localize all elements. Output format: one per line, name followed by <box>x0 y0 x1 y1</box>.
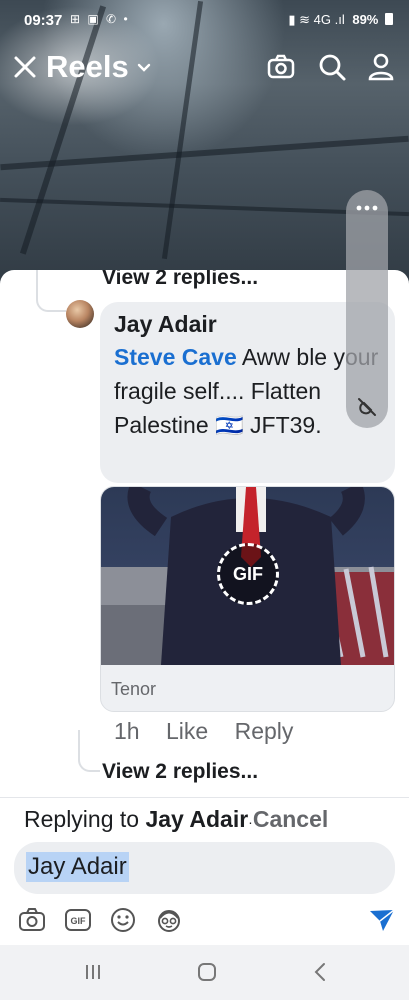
camera-icon[interactable] <box>266 52 296 82</box>
search-icon[interactable] <box>317 52 347 82</box>
status-time: 09:37 <box>24 12 63 29</box>
chevron-down-icon[interactable] <box>136 60 152 76</box>
mention-link[interactable]: Steve Cave <box>114 344 237 370</box>
recents-icon[interactable] <box>82 961 104 983</box>
avatar[interactable] <box>66 300 94 328</box>
video-girder <box>19 5 107 255</box>
like-button[interactable]: Like <box>166 718 208 744</box>
view-replies-link-2[interactable]: View 2 replies... <box>102 760 258 784</box>
thread-connector <box>36 270 66 312</box>
gif-source-label: Tenor <box>111 679 157 699</box>
svg-text:GIF: GIF <box>71 916 87 926</box>
profile-icon[interactable] <box>366 52 396 82</box>
battery-icon <box>385 13 393 25</box>
cancel-reply-button[interactable]: Cancel <box>253 806 328 832</box>
thread-connector <box>78 730 100 772</box>
comment-author[interactable]: Jay Adair <box>114 308 381 340</box>
home-icon[interactable] <box>196 961 218 983</box>
close-icon[interactable] <box>12 54 38 80</box>
gif-icon[interactable]: GIF <box>64 906 92 934</box>
mute-icon[interactable] <box>356 396 378 418</box>
emoji-icon[interactable] <box>109 906 137 934</box>
system-status-icons: ▮ ≋ 4G .ıl 89% <box>288 12 393 28</box>
reels-top-bar: Reels <box>0 44 409 94</box>
view-replies-link[interactable]: View 2 replies... <box>102 270 258 290</box>
replying-to-line: Replying to Jay Adair·Cancel <box>24 806 328 833</box>
reply-composer: Replying to Jay Adair·Cancel Jay Adair G… <box>0 797 409 945</box>
reply-input[interactable]: Jay Adair <box>14 842 395 894</box>
battery-percentage: 89% <box>352 12 379 27</box>
back-icon[interactable] <box>310 961 332 983</box>
replying-prefix: Replying to <box>24 806 140 832</box>
notification-icons: ⊞ ▣ ✆ • <box>70 12 130 26</box>
comment-text-first: Aww ble <box>241 344 328 370</box>
status-bar: 09:37 ⊞ ▣ ✆ • ▮ ≋ 4G .ıl 89% <box>0 0 409 40</box>
camera-icon[interactable] <box>18 906 46 934</box>
replying-name: Jay Adair <box>145 806 249 832</box>
reply-input-text[interactable]: Jay Adair <box>26 852 129 882</box>
comment-actions: 1h Like Reply <box>114 718 313 745</box>
avatar-sticker-icon[interactable] <box>155 906 183 934</box>
send-icon[interactable] <box>368 906 396 934</box>
signal-icons: ▮ ≋ 4G .ıl <box>288 12 345 27</box>
reels-title[interactable]: Reels <box>46 49 129 85</box>
more-dots-icon[interactable] <box>355 200 379 216</box>
gif-badge[interactable]: GIF <box>217 543 279 605</box>
floating-controls <box>346 190 388 428</box>
comment-time: 1h <box>114 718 140 744</box>
reply-button[interactable]: Reply <box>235 718 294 744</box>
gif-attachment[interactable]: GIF Tenor <box>100 486 395 712</box>
system-navigation-bar <box>0 945 409 1000</box>
comment-text: Steve Cave Aww ble your fragile self....… <box>114 340 381 442</box>
